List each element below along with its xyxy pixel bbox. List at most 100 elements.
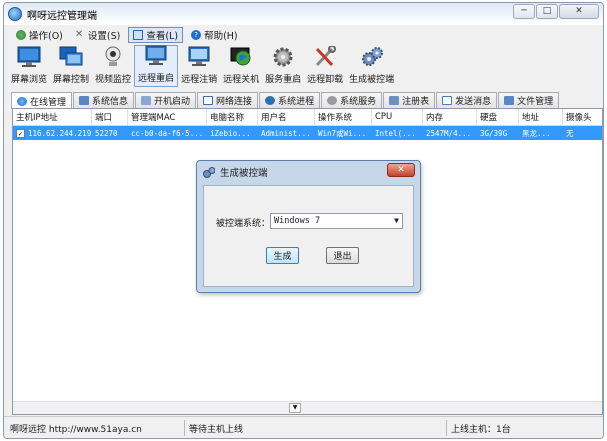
file-icon — [504, 96, 515, 105]
cell-location: 黑龙... — [522, 128, 551, 138]
sysinfo-icon — [79, 96, 90, 105]
tab-network[interactable]: 网络连接 — [197, 92, 259, 108]
dialog-title-bar[interactable]: 生成被控端 ✕ — [197, 161, 420, 183]
video-monitor-button[interactable]: 视频监控 — [92, 45, 134, 87]
toolbar-label: 生成被控端 — [349, 75, 395, 85]
menu-label: 帮助(H) — [204, 31, 238, 42]
title-bar[interactable]: 啊呀远控管理端 ─ □ ✕ — [4, 3, 603, 25]
status-divider — [184, 420, 185, 436]
table-header: 主机IP地址 端口 管理端MAC 电脑名称 用户名 操作系统 CPU 内存 硬盘… — [13, 109, 602, 126]
main-window: 啊呀远控管理端 ─ □ ✕ 操作(O) ✕ 设置(S) 查看(L) ? 帮助(H… — [3, 2, 604, 439]
cell-username: Administ... — [261, 128, 311, 138]
remote-uninstall-button[interactable]: 远程卸载 — [304, 45, 346, 87]
cell-disk: 3G/39G — [480, 128, 508, 138]
tab-files[interactable]: 文件管理 — [498, 92, 560, 108]
cell-camera: 无 — [566, 128, 574, 138]
status-online-count: 上线主机：1台 — [451, 424, 511, 435]
os-select-value: Windows 7 — [274, 216, 321, 226]
screen-control-button[interactable]: 屏幕控制 — [50, 45, 92, 87]
column-header[interactable]: 硬盘 — [477, 109, 519, 125]
network-icon — [203, 96, 214, 105]
view-icon — [133, 30, 144, 40]
maximize-button[interactable]: □ — [536, 4, 558, 19]
generate-client-dialog: 生成被控端 ✕ 被控端系统： Windows 7 ▼ 生成 退出 — [196, 160, 421, 293]
tab-online[interactable]: 在线管理 — [11, 92, 73, 109]
menu-operation[interactable]: 操作(O) — [12, 27, 67, 43]
gears-icon — [360, 46, 384, 68]
menu-help[interactable]: ? 帮助(H) — [187, 27, 242, 43]
column-header[interactable]: 用户名 — [258, 109, 315, 125]
dialog-close-button[interactable]: ✕ — [387, 163, 415, 177]
remote-logoff-button[interactable]: 远程注销 — [178, 45, 220, 87]
toolbar-label: 视频监控 — [95, 75, 132, 85]
screen-browse-button[interactable]: 屏幕浏览 — [8, 45, 50, 87]
tab-label: 文件管理 — [517, 97, 554, 107]
column-header[interactable]: CPU — [372, 109, 423, 125]
generate-client-button[interactable]: 生成被控端 — [346, 45, 397, 87]
menu-bar: 操作(O) ✕ 设置(S) 查看(L) ? 帮助(H) — [4, 26, 603, 44]
monitor-icon — [17, 46, 41, 68]
tab-strip: 在线管理 系统信息 开机启动 网络连接 系统进程 系统服务 注册表 发送消息 文… — [11, 92, 560, 109]
logoff-monitor-icon — [187, 46, 211, 68]
window-title: 啊呀远控管理端 — [27, 10, 97, 22]
status-website: 啊呀远控 http://www.51aya.cn — [10, 424, 142, 435]
gears-icon — [203, 166, 216, 178]
online-icon — [17, 96, 27, 106]
minimize-button[interactable]: ─ — [513, 4, 535, 19]
tab-label: 系统服务 — [340, 97, 377, 107]
operation-icon — [16, 30, 26, 40]
horizontal-scrollbar[interactable]: ▼ — [13, 401, 602, 414]
menu-view[interactable]: 查看(L) — [128, 27, 184, 43]
dialog-body: 被控端系统： Windows 7 ▼ 生成 退出 — [203, 185, 414, 287]
tab-process[interactable]: 系统进程 — [259, 92, 321, 108]
cell-memory: 2547M/4... — [426, 128, 472, 138]
generate-button[interactable]: 生成 — [266, 247, 299, 264]
menu-label: 查看(L) — [146, 31, 179, 42]
tab-startup[interactable]: 开机启动 — [135, 92, 197, 108]
restart-monitor-icon — [144, 45, 168, 67]
tab-label: 注册表 — [402, 97, 430, 107]
status-bar: 啊呀远控 http://www.51aya.cn 等待主机上线 上线主机：1台 — [4, 416, 603, 438]
column-header[interactable]: 管理端MAC — [128, 109, 207, 125]
message-icon — [442, 96, 453, 105]
gear-icon — [271, 46, 295, 68]
close-button[interactable]: ✕ — [559, 4, 599, 19]
help-icon: ? — [191, 30, 202, 40]
os-select[interactable]: Windows 7 ▼ — [270, 213, 403, 229]
remote-restart-button[interactable]: 远程重启 — [134, 45, 179, 87]
remote-shutdown-button[interactable]: 远程关机 — [220, 45, 262, 87]
toolbar-label: 远程关机 — [223, 75, 260, 85]
service-restart-button[interactable]: 服务重启 — [262, 45, 304, 87]
column-header[interactable]: 摄像头 — [563, 109, 602, 125]
column-header[interactable]: 内存 — [423, 109, 477, 125]
column-header[interactable]: 主机IP地址 — [13, 109, 92, 125]
tab-label: 系统信息 — [92, 97, 129, 107]
column-header[interactable]: 电脑名称 — [207, 109, 258, 125]
status-message: 等待主机上线 — [189, 424, 244, 435]
tab-sysinfo[interactable]: 系统信息 — [73, 92, 135, 108]
tab-registry[interactable]: 注册表 — [383, 92, 436, 108]
menu-label: 操作(O) — [29, 31, 63, 42]
column-header[interactable]: 操作系统 — [315, 109, 372, 125]
cell-mac: cc-b0-da-f6-5... — [131, 128, 204, 138]
tab-label: 系统进程 — [278, 97, 315, 107]
column-header[interactable]: 地址 — [519, 109, 563, 125]
menu-settings[interactable]: ✕ 设置(S) — [71, 27, 124, 43]
table-row[interactable]: ✓ 116.62.244.219 52270 cc-b0-da-f6-5... … — [13, 126, 602, 140]
caption-buttons: ─ □ ✕ — [513, 4, 599, 19]
tools-icon: ✕ — [74, 29, 84, 40]
column-header[interactable]: 端口 — [92, 109, 128, 125]
toolbar-label: 远程注销 — [181, 75, 218, 85]
wrench-icon — [313, 45, 337, 68]
tab-service[interactable]: 系统服务 — [321, 92, 383, 108]
cell-cpu: Intel(... — [375, 128, 416, 138]
tab-label: 开机启动 — [154, 97, 191, 107]
menu-label: 设置(S) — [87, 31, 121, 42]
tab-message[interactable]: 发送消息 — [436, 92, 498, 108]
cell-port: 52270 — [95, 128, 118, 138]
row-checkbox[interactable]: ✓ — [16, 128, 25, 138]
exit-button[interactable]: 退出 — [326, 247, 359, 264]
service-icon — [327, 96, 338, 105]
webcam-icon — [101, 46, 125, 68]
scroll-down-icon[interactable]: ▼ — [289, 403, 301, 413]
